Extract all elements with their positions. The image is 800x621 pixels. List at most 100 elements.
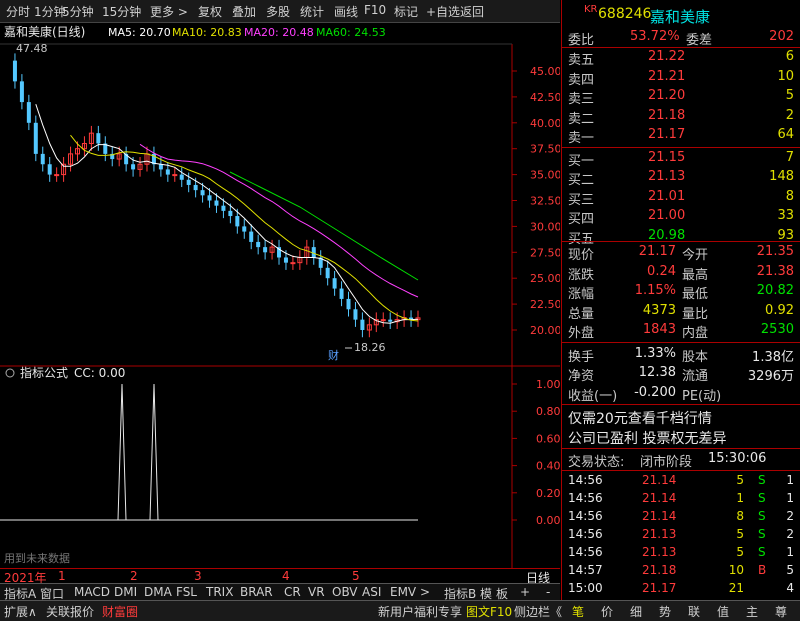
bottom-left-tab[interactable]: 关联报价 xyxy=(46,603,94,620)
indicator-tab[interactable]: + xyxy=(520,585,530,599)
side-tab[interactable]: 联 xyxy=(688,603,700,620)
bid-row[interactable]: 买三 21.01 8 xyxy=(568,188,798,208)
ask-row[interactable]: 卖二 21.18 2 xyxy=(568,107,798,127)
toolbar-item[interactable]: +自选 xyxy=(426,3,460,20)
divider xyxy=(562,404,800,405)
quote-value: 1.15% xyxy=(634,283,676,298)
candle-body xyxy=(256,241,261,248)
bid-row[interactable]: 买一 21.15 7 xyxy=(568,149,798,169)
toolbar-item[interactable]: 15分钟 xyxy=(102,3,141,20)
collapse-icon xyxy=(5,368,15,378)
candle-body xyxy=(346,298,351,310)
indicator-tab[interactable]: BRAR xyxy=(240,585,273,599)
tick-side: S xyxy=(758,473,766,487)
ma60-line xyxy=(229,171,419,281)
ask-row[interactable]: 卖四 21.21 10 xyxy=(568,68,798,88)
side-tab[interactable]: 值 xyxy=(717,603,729,620)
quote-value: 0.24 xyxy=(647,263,676,279)
indicator-tab[interactable]: CR xyxy=(284,585,301,599)
toolbar-item[interactable]: 多股 xyxy=(266,3,290,20)
ask-price: 21.18 xyxy=(648,107,686,123)
tick-time: 14:56 xyxy=(568,509,603,523)
ask-volume: 10 xyxy=(777,68,794,84)
indicator-tab[interactable]: TRIX xyxy=(206,585,233,599)
bid-row[interactable]: 买二 21.13 148 xyxy=(568,168,798,188)
indicator-title: 指标公式 xyxy=(20,365,68,380)
stat-label: 股本 xyxy=(682,349,709,365)
high-annotation: 47.48 xyxy=(16,42,48,55)
toolbar-item[interactable]: 1分钟 xyxy=(34,3,66,20)
price-axis-label: 30.00 xyxy=(530,220,560,233)
quote-label: 量比 xyxy=(682,306,709,322)
side-tab[interactable]: 价 xyxy=(601,603,613,620)
bottom-mid-link[interactable]: 侧边栏《 xyxy=(514,603,562,620)
side-tab[interactable]: 笔 xyxy=(572,603,584,620)
toolbar-item[interactable]: 统计 xyxy=(300,3,324,20)
indicator-tab[interactable]: FSL xyxy=(176,585,197,599)
notice-text[interactable]: 仅需20元查看千档行情 xyxy=(568,408,712,428)
bottom-left-tab[interactable]: 扩展∧ xyxy=(4,603,37,620)
toolbar-item[interactable]: 分时 xyxy=(6,3,30,20)
tick-time: 14:56 xyxy=(568,473,603,487)
bottom-mid-link[interactable]: 图文F10 xyxy=(466,603,512,620)
price-axis-label: 37.50 xyxy=(530,143,560,156)
notice-row[interactable]: 公司已盈利 投票权无差异 xyxy=(568,427,798,448)
indicator-tab[interactable]: ASI xyxy=(362,585,381,599)
side-tab[interactable]: 主 xyxy=(746,603,758,620)
indicator-tab[interactable]: EMV xyxy=(390,585,416,599)
candle-body xyxy=(131,164,136,170)
tick-row: 14:57 21.18 10 B 5 xyxy=(568,562,798,581)
toolbar-item[interactable]: 更多 > xyxy=(150,3,188,20)
low-annotation: 18.26 xyxy=(354,341,386,354)
ma5-label: MA5: 20.70 xyxy=(108,26,171,39)
candle-body xyxy=(242,226,247,232)
indicator-tab[interactable]: DMI xyxy=(114,585,137,599)
finance-marker: 财 xyxy=(328,348,339,362)
indicator-tab[interactable]: - xyxy=(546,585,550,599)
side-tab[interactable]: 势 xyxy=(659,603,671,620)
stat-value: -0.200 xyxy=(634,384,676,400)
indicator-spike xyxy=(149,383,159,521)
toolbar-item[interactable]: 复权 xyxy=(198,3,222,20)
indicator-tab[interactable]: > xyxy=(420,585,430,599)
indicator-tab[interactable]: VR xyxy=(308,585,325,599)
toolbar-item[interactable]: 画线 xyxy=(334,3,358,20)
tick-side: S xyxy=(758,527,766,541)
candle-body xyxy=(12,60,17,82)
kline-chart[interactable]: 45.00 42.50 40.00 37.50 35.00 32.50 30.00 27.50… xyxy=(0,22,560,568)
toolbar-item[interactable]: 5分钟 xyxy=(62,3,94,20)
stock-name[interactable]: 嘉和美康 xyxy=(650,6,710,27)
price-axis-label: 27.50 xyxy=(530,246,560,259)
toolbar-item[interactable]: F10 xyxy=(364,3,386,17)
tick-price: 21.17 xyxy=(642,581,677,595)
toolbar-item[interactable]: 标记 xyxy=(394,3,418,20)
stat-value: 1.38亿 xyxy=(752,349,794,365)
ask-volume: 2 xyxy=(785,107,794,123)
bid-price: 21.01 xyxy=(648,188,686,204)
bid-row[interactable]: 买四 21.00 33 xyxy=(568,207,798,227)
ask-row[interactable]: 卖五 21.22 6 xyxy=(568,48,798,68)
indicator-tab[interactable]: OBV xyxy=(332,585,358,599)
bottom-mid-link[interactable]: 新用户福利专享 xyxy=(378,603,462,620)
notice-text[interactable]: 公司已盈利 投票权无差异 xyxy=(568,428,726,448)
quote-row: 涨幅 1.15% 最低 20.82 xyxy=(568,282,798,302)
toolbar-item[interactable]: 返回 xyxy=(460,3,484,20)
side-tab[interactable]: 尊 xyxy=(775,603,787,620)
indicator-axis-label: 0.00 xyxy=(536,514,560,527)
quote-label: 总量 xyxy=(568,306,595,322)
notice-row[interactable]: 仅需20元查看千档行情 xyxy=(568,407,798,428)
bid-price: 21.15 xyxy=(648,149,686,165)
bottom-left-tab[interactable]: 财富圈 xyxy=(102,603,138,620)
ask-row[interactable]: 卖一 21.17 64 xyxy=(568,126,798,146)
toolbar-item[interactable]: 叠加 xyxy=(232,3,256,20)
ma60-label: MA60: 24.53 xyxy=(316,26,386,39)
side-tab[interactable]: 细 xyxy=(630,603,642,620)
divider xyxy=(562,470,800,471)
tick-volume: 5 xyxy=(736,545,744,559)
indicator-tab[interactable]: MACD xyxy=(74,585,110,599)
tick-price: 21.13 xyxy=(642,527,677,541)
ask-row[interactable]: 卖三 21.20 5 xyxy=(568,87,798,107)
indicator-tab[interactable]: DMA xyxy=(144,585,172,599)
candle-body xyxy=(263,247,268,253)
candle-body xyxy=(54,174,60,177)
